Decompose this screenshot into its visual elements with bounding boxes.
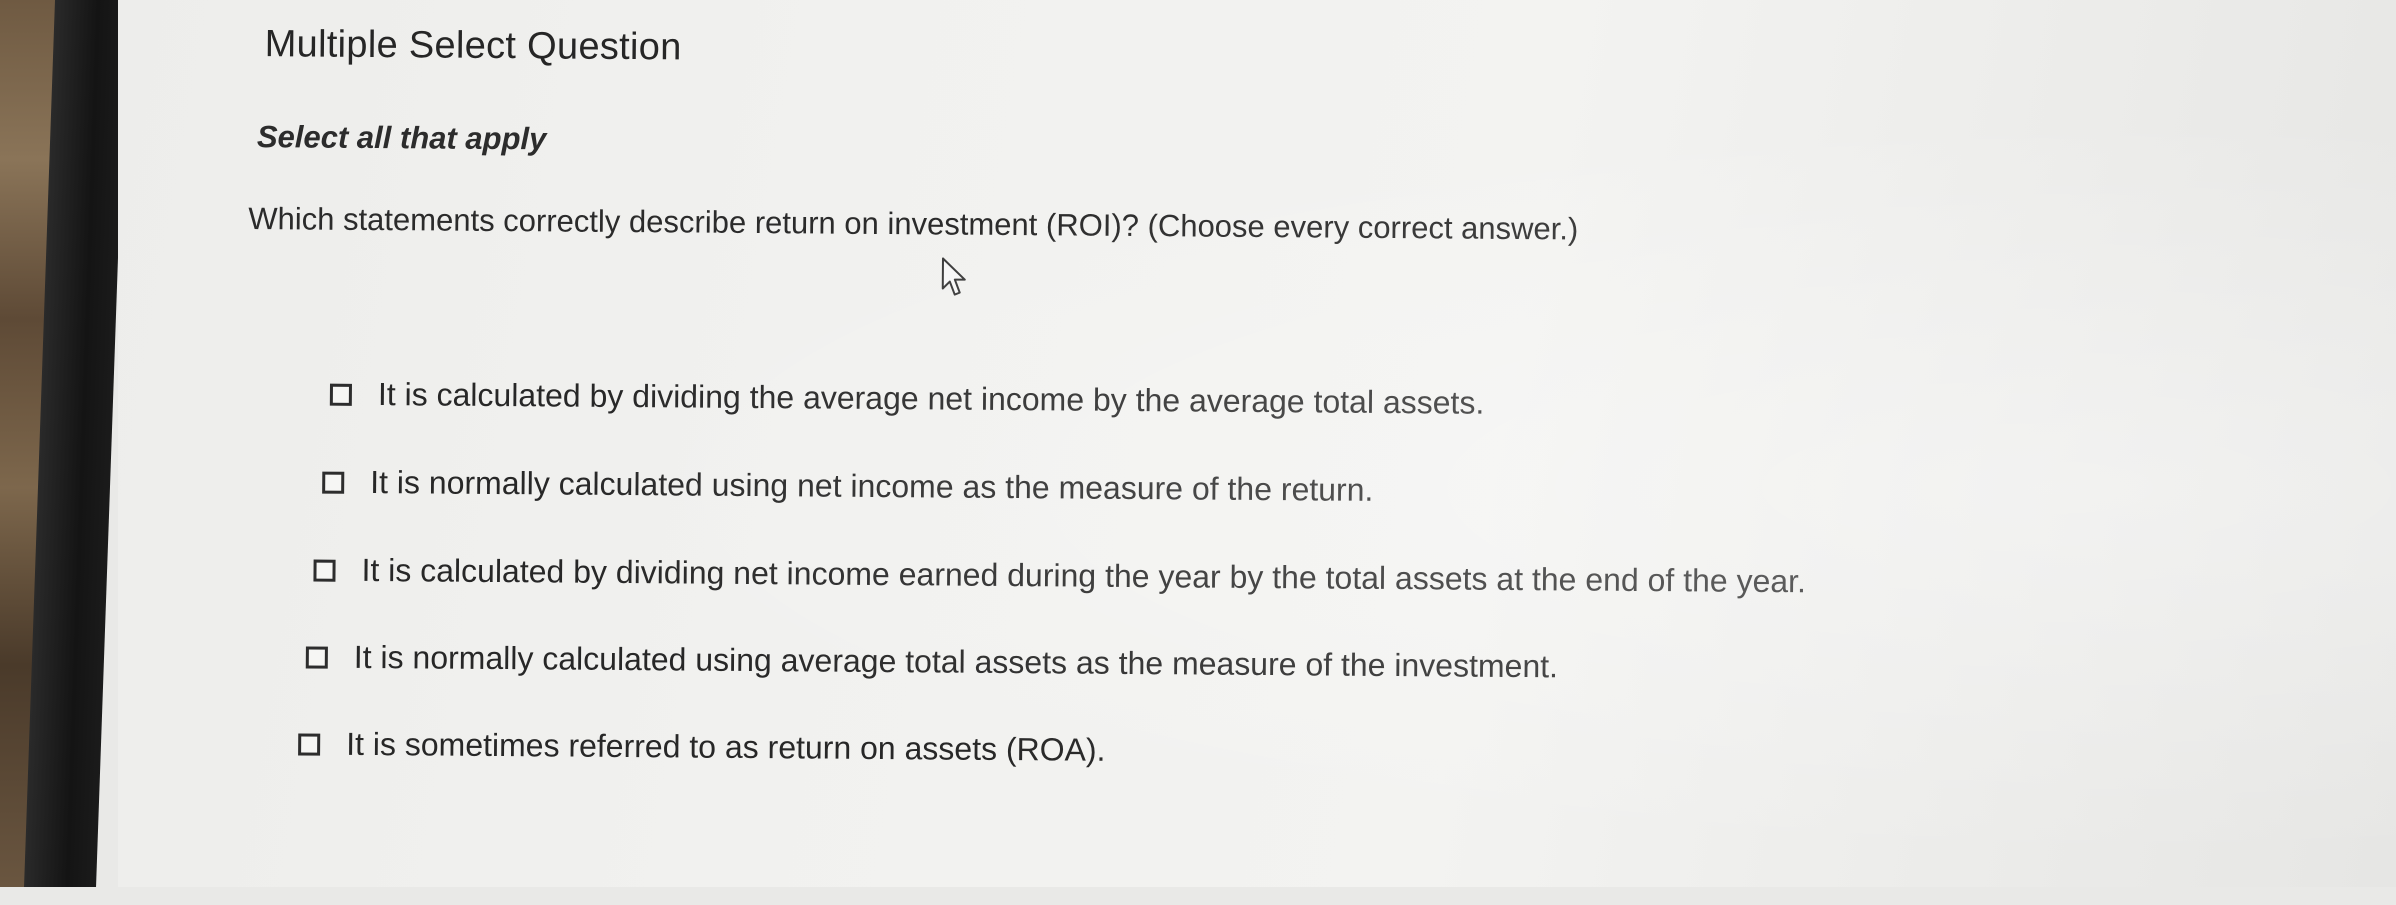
checkbox-unchecked-icon[interactable] (305, 645, 328, 669)
question-instruction: Select all that apply (256, 119, 547, 157)
answer-option[interactable]: It is calculated by dividing net income … (313, 552, 1806, 601)
question-type-heading: Multiple Select Question (264, 23, 682, 69)
checkbox-unchecked-icon[interactable] (322, 471, 345, 494)
answer-option-label: It is calculated by dividing net income … (361, 551, 1807, 600)
answer-option-label: It is calculated by dividing the average… (377, 376, 1485, 421)
question-panel: Multiple Select Question Select all that… (111, 0, 2396, 905)
question-prompt: Which statements correctly describe retu… (248, 201, 1579, 247)
answer-option-label: It is sometimes referred to as return on… (346, 725, 1106, 768)
answer-option-label: It is normally calculated using average … (353, 638, 1559, 685)
answer-option[interactable]: It is normally calculated using net inco… (322, 463, 1374, 509)
answer-option[interactable]: It is calculated by dividing the average… (329, 376, 1485, 422)
checkbox-unchecked-icon[interactable] (298, 732, 321, 756)
mouse-pointer-icon (941, 257, 966, 296)
answer-option-label: It is normally calculated using net inco… (370, 463, 1374, 508)
checkbox-unchecked-icon[interactable] (313, 559, 336, 582)
checkbox-unchecked-icon[interactable] (329, 383, 352, 406)
answer-option[interactable]: It is normally calculated using average … (305, 638, 1559, 685)
screen: Multiple Select Question Select all that… (118, 0, 2396, 887)
answer-option[interactable]: It is sometimes referred to as return on… (298, 725, 1106, 768)
